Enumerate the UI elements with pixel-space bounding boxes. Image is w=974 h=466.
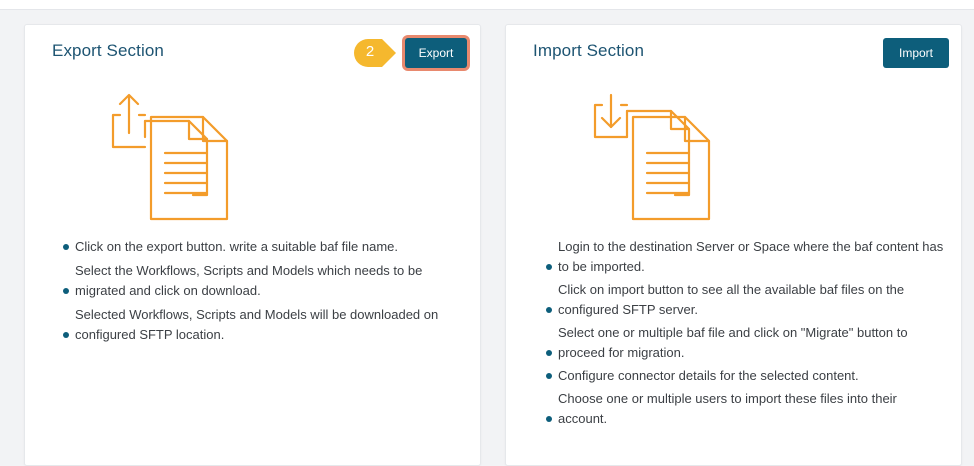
list-item: Select one or multiple baf file and clic…: [546, 323, 946, 363]
top-bar: [0, 0, 974, 10]
list-item: Login to the destination Server or Space…: [546, 237, 946, 277]
export-document-icon: [107, 91, 231, 226]
list-item: Select the Workflows, Scripts and Models…: [63, 261, 463, 301]
list-item: Configure connector details for the sele…: [546, 366, 946, 386]
export-button[interactable]: Export: [405, 38, 467, 68]
list-item: Click on import button to see all the av…: [546, 280, 946, 320]
step-badge: 2: [353, 38, 397, 68]
export-section-title: Export Section: [52, 41, 164, 60]
import-section-title: Import Section: [533, 41, 645, 60]
list-item: Choose one or multiple users to import t…: [546, 389, 946, 429]
import-button[interactable]: Import: [883, 38, 949, 68]
import-steps-list: Login to the destination Server or Space…: [546, 237, 946, 432]
step-number: 2: [365, 43, 375, 60]
export-section-card: Export Section 2 Export Click on the exp…: [24, 24, 481, 466]
export-steps-list: Click on the export button. write a suit…: [63, 237, 463, 349]
import-section-card: Import Section Import Login to the desti…: [505, 24, 962, 466]
import-document-icon: [589, 91, 713, 226]
list-item: Click on the export button. write a suit…: [63, 237, 463, 257]
list-item: Selected Workflows, Scripts and Models w…: [63, 305, 463, 345]
